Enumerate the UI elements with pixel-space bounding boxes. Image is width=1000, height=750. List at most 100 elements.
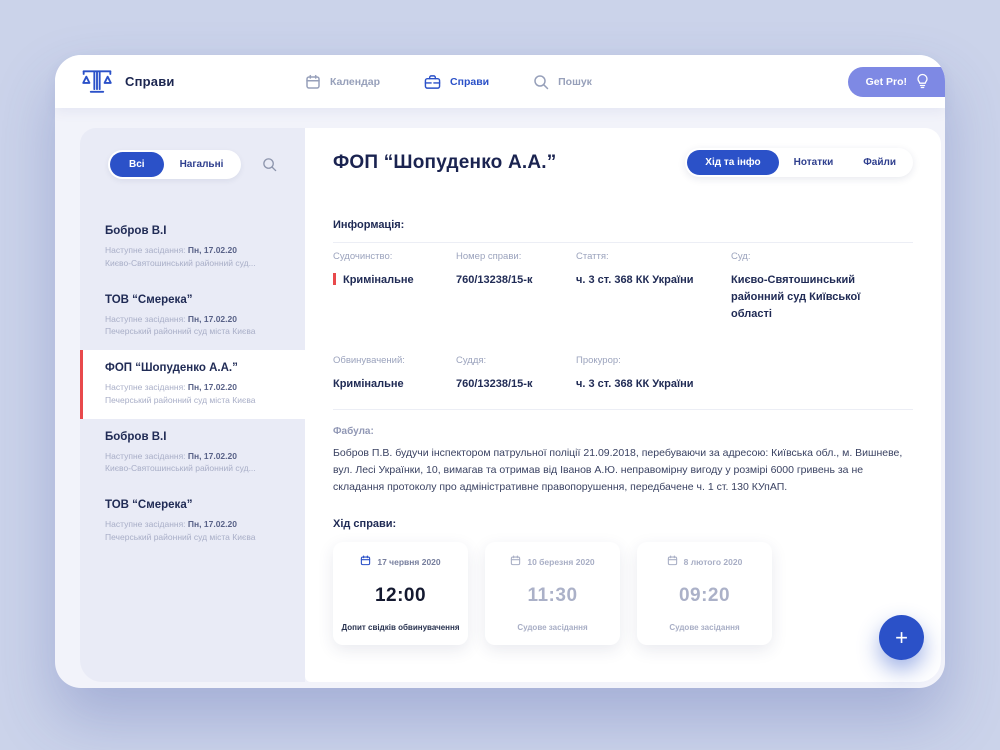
detail-tabs: Хід та інфо Нотатки Файли (685, 148, 913, 177)
case-title: ТОВ “Смерека” (105, 499, 291, 511)
field-label: Прокурор: (576, 355, 731, 366)
hearing-title: Допит свідків обвинувачення (341, 623, 459, 632)
filter-tab-all[interactable]: Всі (110, 152, 164, 177)
add-button[interactable]: + (879, 615, 924, 660)
scales-of-justice-icon (79, 66, 115, 98)
nav-item-search[interactable]: Пошук (533, 74, 592, 90)
fabula-text: Бобров П.В. будучи інспектором патрульно… (333, 445, 913, 496)
field-value: Кримінальне (333, 272, 456, 289)
sidebar-search-icon[interactable] (262, 157, 277, 172)
field-proceeding: Судочинство: Кримінальне (333, 251, 456, 323)
hearing-cards: 17 червня 2020 12:00 Допит свідків обвин… (333, 542, 913, 645)
case-next-hearing: Наступне засідання: Пн, 17.02.20 (105, 313, 291, 326)
red-accent-bar (333, 273, 336, 285)
hearing-card[interactable]: 8 лютого 2020 09:20 Судове засідання (637, 542, 772, 645)
nav-label: Календар (330, 76, 380, 88)
filter-tab-urgent[interactable]: Нагальні (164, 152, 240, 177)
hearing-date-row: 8 лютого 2020 (667, 555, 743, 568)
search-icon (533, 74, 549, 90)
case-next-hearing: Наступне засідання: Пн, 17.02.20 (105, 244, 291, 257)
field-value: ч. 3 ст. 368 КК України (576, 376, 731, 393)
hearing-date: 10 березня 2020 (527, 557, 594, 567)
app-window: Справи Календар (55, 55, 945, 688)
case-court: Києво-Святошинський районний суд... (105, 462, 291, 475)
calendar-icon (510, 555, 521, 568)
case-court: Печерський районний суд міста Києва (105, 394, 291, 407)
case-title: ФОП “Шопуденко А.А.” (105, 362, 291, 374)
hearing-time: 11:30 (527, 585, 577, 607)
hearing-time: 09:20 (679, 585, 730, 607)
case-list-item-selected[interactable]: ФОП “Шопуденко А.А.” Наступне засідання:… (80, 350, 305, 419)
field-court: Суд: Києво-Святошинський районний суд Ки… (731, 251, 913, 323)
info-section-heading: Информація: (333, 219, 913, 231)
page-title: ФОП “Шопуденко А.А.” (333, 152, 556, 174)
tab-notes[interactable]: Нотатки (779, 150, 849, 175)
nav-label: Справи (450, 76, 489, 88)
case-list-item[interactable]: Бобров В.І Наступне засідання: Пн, 17.02… (80, 213, 305, 282)
field-value: Кримінальне (333, 376, 456, 393)
case-title: Бобров В.І (105, 225, 291, 237)
field-label: Суд: (731, 251, 913, 262)
sidebar-toolbar: Всі Нагальні (80, 128, 305, 179)
main-nav: Календар Справи Пошук (305, 55, 592, 108)
divider (333, 409, 913, 410)
case-next-date: Пн, 17.02.20 (188, 451, 237, 461)
nav-item-cases[interactable]: Справи (424, 74, 489, 90)
hearing-date: 8 лютого 2020 (684, 557, 743, 567)
get-pro-label: Get Pro! (866, 76, 907, 88)
divider (333, 242, 913, 243)
case-list-item[interactable]: Бобров В.І Наступне засідання: Пн, 17.02… (80, 419, 305, 488)
app-title: Справи (125, 74, 175, 89)
case-court: Печерський районний суд міста Києва (105, 325, 291, 338)
nav-label: Пошук (558, 76, 592, 88)
calendar-icon (667, 555, 678, 568)
field-defendant: Обвинувачений: Кримінальне (333, 355, 456, 393)
case-court: Києво-Святошинський районний суд... (105, 257, 291, 270)
nav-item-calendar[interactable]: Календар (305, 74, 380, 90)
app-logo: Справи (79, 66, 175, 98)
info-fields-row2: Обвинувачений: Кримінальне Суддя: 760/13… (333, 355, 913, 393)
field-label: Номер справи: (456, 251, 576, 262)
case-next-hearing: Наступне засідання: Пн, 17.02.20 (105, 381, 291, 394)
case-list-sidebar: Всі Нагальні Бобров В.І Наступне засідан… (80, 128, 305, 682)
case-detail-header: ФОП “Шопуденко А.А.” Хід та інфо Нотатки… (333, 128, 913, 177)
fabula-label: Фабула: (333, 426, 913, 437)
hearing-title: Судове засідання (669, 623, 739, 632)
case-next-hearing: Наступне засідання: Пн, 17.02.20 (105, 518, 291, 531)
case-next-date: Пн, 17.02.20 (188, 382, 237, 392)
case-list-item[interactable]: ТОВ “Смерека” Наступне засідання: Пн, 17… (80, 282, 305, 351)
briefcase-icon (424, 74, 441, 90)
field-case-number: Номер справи: 760/13238/15-к (456, 251, 576, 323)
case-next-hearing: Наступне засідання: Пн, 17.02.20 (105, 450, 291, 463)
field-value: 760/13238/15-к (456, 376, 576, 393)
tab-progress-info[interactable]: Хід та інфо (687, 150, 778, 175)
hearing-time: 12:00 (375, 585, 426, 607)
field-value: 760/13238/15-к (456, 272, 576, 289)
field-prosecutor: Прокурор: ч. 3 ст. 368 КК України (576, 355, 731, 393)
field-value: Києво-Святошинський районний суд Київськ… (731, 272, 913, 323)
tab-files[interactable]: Файли (848, 150, 911, 175)
field-label: Обвинувачений: (333, 355, 456, 366)
hearing-card[interactable]: 17 червня 2020 12:00 Допит свідків обвин… (333, 542, 468, 645)
field-label: Суддя: (456, 355, 576, 366)
info-fields-row1: Судочинство: Кримінальне Номер справи: 7… (333, 251, 913, 323)
hearing-date-row: 17 червня 2020 (360, 555, 440, 568)
progress-section-heading: Хід справи: (333, 518, 913, 530)
filter-tabs: Всі Нагальні (108, 150, 241, 179)
hearing-date: 17 червня 2020 (377, 557, 440, 567)
hearing-title: Судове засідання (517, 623, 587, 632)
case-next-date: Пн, 17.02.20 (188, 314, 237, 324)
hearing-date-row: 10 березня 2020 (510, 555, 594, 568)
field-label: Судочинство: (333, 251, 456, 262)
case-next-date: Пн, 17.02.20 (188, 519, 237, 529)
get-pro-button[interactable]: Get Pro! (848, 67, 945, 97)
field-label: Стаття: (576, 251, 731, 262)
field-article: Стаття: ч. 3 ст. 368 КК України (576, 251, 731, 323)
case-court: Печерський районний суд міста Києва (105, 531, 291, 544)
calendar-icon (360, 555, 371, 568)
case-title: ТОВ “Смерека” (105, 294, 291, 306)
calendar-icon (305, 74, 321, 90)
hearing-card[interactable]: 10 березня 2020 11:30 Судове засідання (485, 542, 620, 645)
field-judge: Суддя: 760/13238/15-к (456, 355, 576, 393)
case-list-item[interactable]: ТОВ “Смерека” Наступне засідання: Пн, 17… (80, 487, 305, 556)
